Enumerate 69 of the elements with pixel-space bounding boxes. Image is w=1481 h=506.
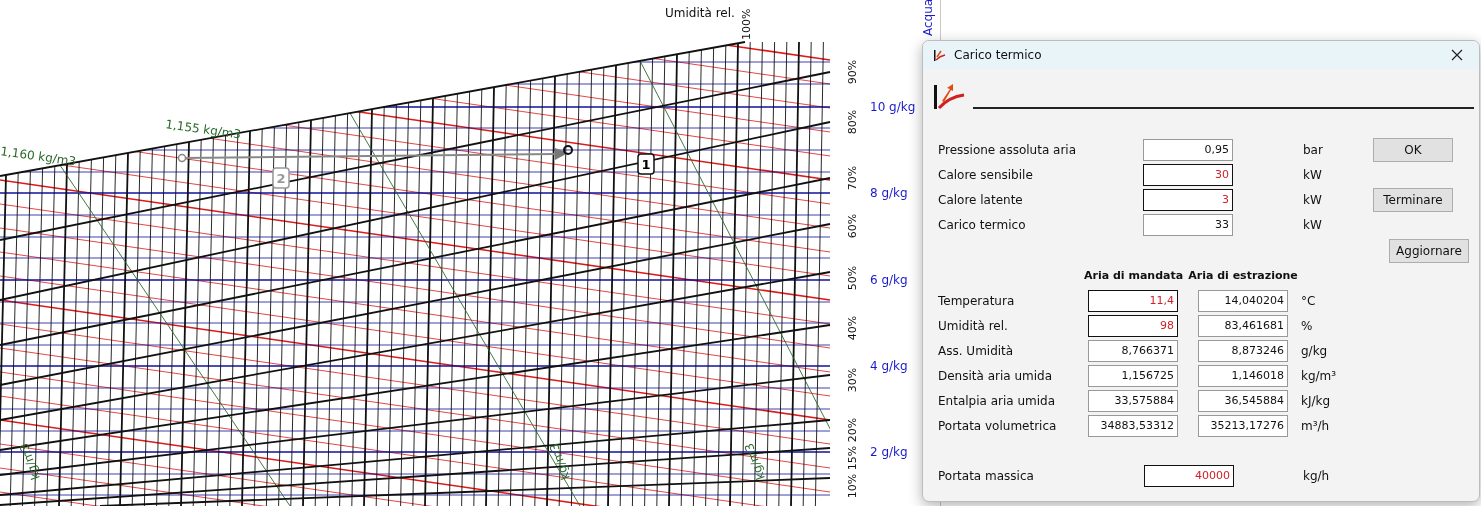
- field-label: Entalpia aria umida: [938, 393, 1057, 408]
- unit-label: kW: [1303, 192, 1323, 207]
- field-label: Pressione assoluta aria: [938, 142, 1078, 157]
- rh-label: 70%: [846, 165, 859, 191]
- input-field[interactable]: 3: [1143, 188, 1233, 211]
- humidity-label: 4 g/kg: [870, 359, 908, 373]
- input-field[interactable]: 36,545884: [1198, 389, 1288, 412]
- humidity-label: 8 g/kg: [870, 186, 908, 200]
- density-label: kg/m3: [741, 441, 768, 482]
- input-field[interactable]: 0,95: [1143, 138, 1233, 161]
- window-title: Carico termico: [954, 48, 1043, 62]
- rh-label: 80%: [846, 109, 859, 135]
- input-field[interactable]: 8,873246: [1198, 339, 1288, 362]
- humidity-label: 2 g/kg: [870, 445, 908, 459]
- input-field[interactable]: 40000: [1144, 464, 1234, 487]
- field-label: Densità aria umida: [938, 368, 1054, 383]
- input-field[interactable]: 8,766371: [1088, 339, 1178, 362]
- rh-label: 50%: [846, 265, 859, 291]
- input-field[interactable]: 1,146018: [1198, 364, 1288, 387]
- rh-label: 20%: [846, 417, 859, 443]
- unit-label: kg/h: [1303, 468, 1331, 483]
- column-header: Aria di estrazione: [1187, 269, 1299, 282]
- app-logo-icon: [933, 83, 965, 111]
- unit-label: kW: [1303, 217, 1323, 232]
- rh-label: 90%: [846, 59, 859, 85]
- density-label: kg/m3: [16, 441, 43, 482]
- rh-label: 100%: [740, 8, 753, 40]
- column-header: Aria di mandata: [1084, 269, 1182, 282]
- close-icon: [1451, 49, 1463, 61]
- input-field[interactable]: 34883,53312: [1088, 414, 1178, 437]
- input-field[interactable]: 98: [1088, 314, 1178, 337]
- app-logo-icon: [933, 48, 946, 62]
- humidity-label: 10 g/kg: [870, 100, 916, 114]
- unit-label: bar: [1303, 142, 1324, 157]
- input-field[interactable]: 35213,17276: [1198, 414, 1288, 437]
- field-label: Calore latente: [938, 192, 1024, 207]
- dialog-button[interactable]: Aggiornare: [1389, 238, 1469, 263]
- unit-label: °C: [1301, 293, 1317, 308]
- field-label: Ass. Umidità: [938, 343, 1015, 358]
- density-label: kg/m3: [546, 441, 573, 482]
- field-label: Portata volumetrica: [938, 418, 1058, 433]
- input-field[interactable]: 1,156725: [1088, 364, 1178, 387]
- dialog-button[interactable]: OK: [1373, 137, 1453, 162]
- axis-title: Acqua: [921, 0, 935, 36]
- unit-label: kW: [1303, 167, 1323, 182]
- input-field[interactable]: 30: [1143, 163, 1233, 186]
- rh-label: 40%: [846, 315, 859, 341]
- field-label: Calore sensibile: [938, 167, 1034, 182]
- field-label: Umidità rel.: [938, 318, 1009, 333]
- input-field[interactable]: 33,575884: [1088, 389, 1178, 412]
- unit-label: kJ/kg: [1301, 393, 1332, 408]
- rh-label: 60%: [846, 213, 859, 239]
- humidity-label: 6 g/kg: [870, 273, 908, 287]
- axis-title: Umidità rel.: [665, 6, 735, 20]
- unit-label: m³/h: [1301, 418, 1331, 433]
- rh-label: 10%: [846, 473, 859, 499]
- input-field[interactable]: 14,040204: [1198, 289, 1288, 312]
- input-field[interactable]: 11,4: [1088, 289, 1178, 312]
- unit-label: %: [1301, 318, 1314, 333]
- dialog-button[interactable]: Terminare: [1373, 187, 1453, 212]
- unit-label: kg/m³: [1301, 368, 1338, 383]
- field-label: Portata massica: [938, 468, 1035, 483]
- input-field[interactable]: 83,461681: [1198, 314, 1288, 337]
- input-field[interactable]: 33: [1143, 213, 1233, 236]
- field-label: Temperatura: [938, 293, 1016, 308]
- rh-label: 30%: [846, 367, 859, 393]
- unit-label: g/kg: [1301, 343, 1329, 358]
- field-label: Carico termico: [938, 217, 1027, 232]
- rh-label: 15%: [846, 445, 859, 471]
